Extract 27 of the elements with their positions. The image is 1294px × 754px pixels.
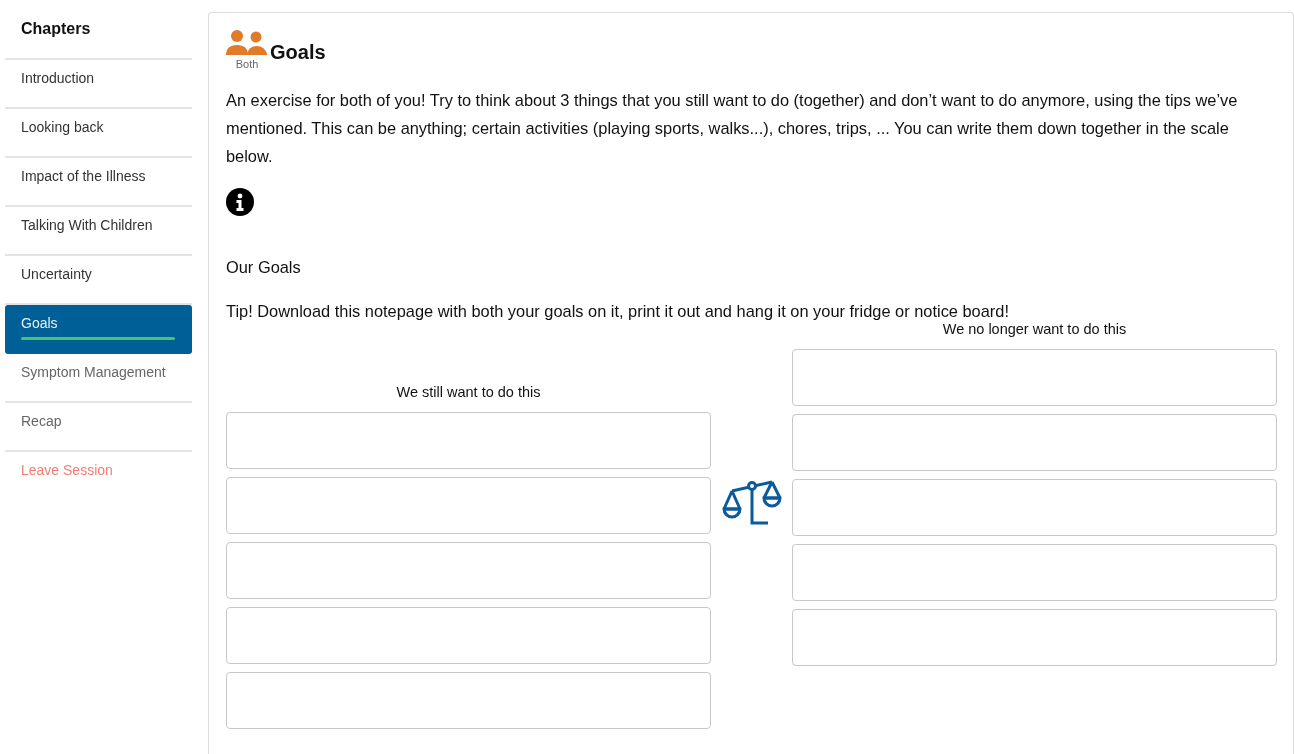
two-people-icon (226, 29, 268, 57)
goal-input-field[interactable] (791, 609, 1277, 666)
goal-input-field[interactable] (791, 544, 1277, 601)
chapter-item[interactable]: Recap (5, 403, 192, 452)
audience-label: Both (235, 58, 259, 70)
goal-input-field[interactable] (791, 349, 1277, 406)
page-title: Goals (270, 41, 326, 64)
column-heading: We still want to do this (395, 384, 542, 398)
chapter-item[interactable]: Symptom Management (5, 354, 192, 403)
intro-paragraph: An exercise for both of you! Try to think about 3 things that you still want to do (together) and don’t want to do anymore, using the tips we’ve mentioned. This can be anything; certain activities (playing sports, walks...), chores, trips, ... You can write them down together in the scale below. (226, 90, 1239, 167)
chapter-item[interactable]: Looking back (5, 109, 192, 158)
goal-input-field[interactable] (226, 542, 712, 599)
sidebar-title: Chapters (5, 12, 192, 60)
goal-input-field[interactable] (226, 672, 712, 729)
goal-input-field[interactable] (226, 412, 712, 469)
info-icon[interactable] (226, 188, 254, 216)
goal-input-field[interactable] (791, 414, 1277, 471)
chapter-item[interactable]: Goals (5, 305, 192, 354)
goal-input-field[interactable] (791, 479, 1277, 536)
column-heading: We no longer want to do this (941, 321, 1128, 335)
section-title: Our Goals (226, 258, 302, 277)
goal-input-field[interactable] (226, 607, 712, 664)
tip-text: Tip! Download this notepage with both your goals on it, print it out and hang it on your fridge or notice board! (226, 301, 1010, 321)
chapter-item[interactable]: Talking With Children (5, 207, 192, 256)
goal-input-field[interactable] (226, 477, 712, 534)
chapter-item[interactable]: Introduction (5, 60, 192, 109)
chapter-item[interactable]: Impact of the Illness (5, 158, 192, 207)
